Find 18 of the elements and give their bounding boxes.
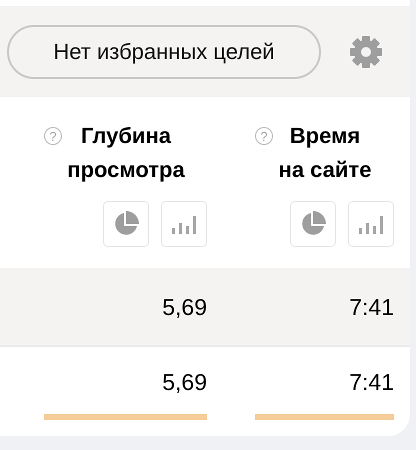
column-title: Время на сайте [278,122,372,184]
pie-chart-icon [113,211,139,237]
pie-chart-button[interactable] [103,201,149,247]
help-icon[interactable]: ? [255,127,273,145]
table-cell: 7:41 [349,294,394,321]
table-cell: 5,69 [162,369,207,396]
bar-chart-button[interactable] [348,201,394,247]
settings-icon[interactable] [349,34,383,68]
pie-chart-button[interactable] [290,201,336,247]
pie-chart-icon [300,211,326,237]
column-title: Глубина просмотра [67,122,185,184]
help-icon[interactable]: ? [44,127,62,145]
table-cell: 5,69 [162,294,207,321]
goals-button[interactable]: Нет избранных целей [7,24,321,78]
table-cell: 7:41 [349,369,394,396]
bar-chart-icon [359,214,383,234]
bar-chart-button[interactable] [161,201,207,247]
bar-chart-icon [172,214,196,234]
